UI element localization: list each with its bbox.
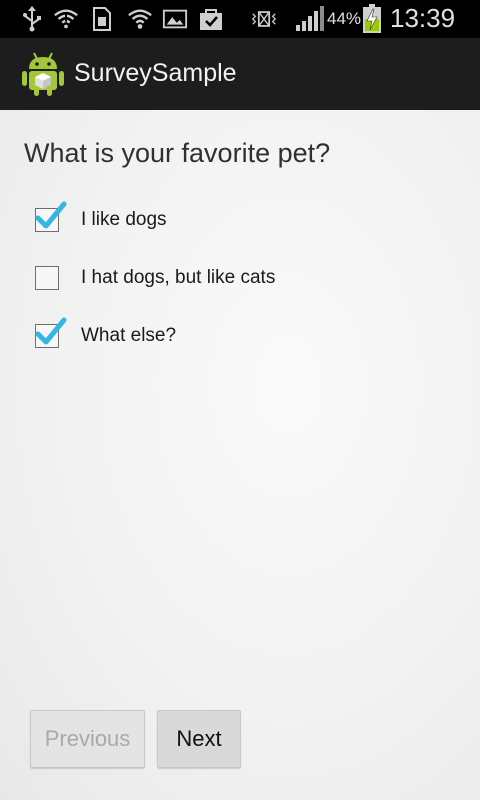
sim-icon xyxy=(89,6,115,32)
option-label: I hat dogs, but like cats xyxy=(81,267,276,288)
option-label: I like dogs xyxy=(81,209,167,230)
app-title: SurveySample xyxy=(74,59,237,87)
checkbox-checked[interactable] xyxy=(34,317,67,349)
shopping-bag-icon xyxy=(198,6,224,32)
next-button[interactable]: Next xyxy=(157,710,241,768)
checkbox-unchecked[interactable] xyxy=(34,265,60,291)
survey-content: What is your favorite pet? I like dogs I… xyxy=(0,110,480,800)
question-title: What is your favorite pet? xyxy=(24,138,331,168)
vibrate-icon xyxy=(251,6,277,32)
action-bar: SurveySample xyxy=(0,38,480,110)
option-label: What else? xyxy=(81,325,177,346)
status-bar: 44% 13:39 xyxy=(0,0,480,38)
wifi-icon xyxy=(127,6,153,32)
checkbox-checked[interactable] xyxy=(34,201,67,233)
option-what-else[interactable]: What else? xyxy=(34,316,454,356)
battery-charging-icon xyxy=(361,4,383,34)
signal-icon xyxy=(294,6,324,32)
previous-button[interactable]: Previous xyxy=(30,710,145,768)
gallery-icon xyxy=(162,6,188,32)
clock: 13:39 xyxy=(390,3,456,33)
checkmark-icon xyxy=(35,201,67,229)
option-hate-dogs-like-cats[interactable]: I hat dogs, but like cats xyxy=(34,258,454,298)
checkmark-icon xyxy=(35,317,67,345)
option-like-dogs[interactable]: I like dogs xyxy=(34,200,454,240)
android-app-icon xyxy=(22,51,64,97)
wifi-alert-icon xyxy=(53,6,79,32)
usb-icon xyxy=(19,6,45,32)
battery-percent: 44% xyxy=(327,9,362,28)
